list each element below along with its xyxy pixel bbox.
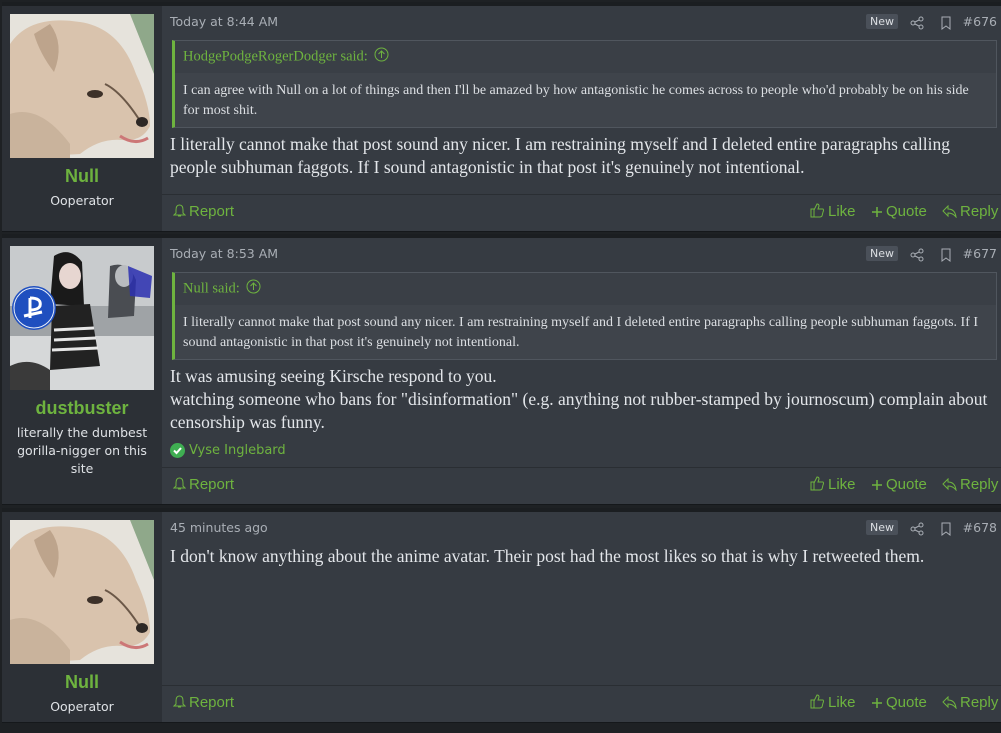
user-cell: dustbuster literally the dumbest gorilla…	[2, 238, 162, 504]
avatar[interactable]	[10, 14, 154, 158]
user-title: literally the dumbest gorilla-nigger on …	[16, 425, 148, 476]
username[interactable]: Null	[2, 166, 162, 187]
quote-author[interactable]: Null said:	[175, 273, 996, 305]
post-footer: Report Like Quote Reply	[162, 685, 1001, 722]
post-timestamp[interactable]: Today at 8:53 AM	[170, 246, 278, 261]
like-button[interactable]: Like	[810, 476, 856, 493]
post-body: It was amusing seeing Kirsche respond to…	[170, 365, 995, 434]
quote-button[interactable]: Quote	[871, 476, 927, 493]
report-label: Report	[189, 476, 235, 493]
thread: Null Ooperator Today at 8:44 AM New #676…	[0, 0, 1001, 733]
quote-button[interactable]: Quote	[871, 203, 927, 220]
quote-text: I can agree with Null on a lot of things…	[183, 83, 969, 118]
post-main: 45 minutes ago New #678 I don't know any…	[162, 512, 1001, 722]
arrow-up-icon[interactable]	[246, 279, 261, 299]
post-number[interactable]: #677	[963, 246, 997, 261]
avatar[interactable]	[10, 520, 154, 664]
new-badge: New	[866, 14, 898, 29]
reply-label: Reply	[960, 476, 999, 493]
like-label: Like	[828, 694, 856, 711]
like-check-icon	[170, 443, 185, 458]
reply-button[interactable]: Reply	[942, 203, 998, 220]
report-button[interactable]: Report	[172, 476, 235, 493]
post-timestamp[interactable]: 45 minutes ago	[170, 520, 268, 535]
quote-text: I literally cannot make that post sound …	[183, 315, 979, 350]
post-body: I literally cannot make that post sound …	[170, 133, 995, 179]
reply-button[interactable]: Reply	[942, 694, 998, 711]
quote-block: Null said: I literally cannot make that …	[172, 272, 997, 360]
post-footer: Report Like Quote Reply	[162, 467, 1001, 504]
body-paragraph: It was amusing seeing Kirsche respond to…	[170, 366, 497, 386]
quote-block: HodgePodgeRogerDodger said: I can agree …	[172, 40, 997, 128]
report-button[interactable]: Report	[172, 203, 235, 220]
quote-label: Quote	[886, 694, 927, 711]
bookmark-icon[interactable]	[939, 15, 953, 30]
body-paragraph: I don't know anything about the anime av…	[170, 546, 925, 566]
body-paragraph: watching someone who bans for "disinform…	[170, 389, 988, 432]
quote-label: Quote	[886, 203, 927, 220]
avatar[interactable]	[10, 246, 154, 390]
body-paragraph: I literally cannot make that post sound …	[170, 134, 950, 177]
share-icon[interactable]	[910, 521, 924, 536]
bookmark-icon[interactable]	[939, 521, 953, 536]
reply-label: Reply	[960, 203, 999, 220]
post-number[interactable]: #676	[963, 14, 997, 29]
quote-button[interactable]: Quote	[871, 694, 927, 711]
arrow-up-icon[interactable]	[374, 47, 389, 67]
reply-button[interactable]: Reply	[942, 476, 998, 493]
quote-author[interactable]: HodgePodgeRogerDodger said:	[175, 41, 996, 73]
username[interactable]: dustbuster	[2, 398, 162, 419]
like-button[interactable]: Like	[810, 203, 856, 220]
share-icon[interactable]	[910, 247, 924, 262]
report-button[interactable]: Report	[172, 694, 235, 711]
reaction-user[interactable]: Vyse Inglebard	[189, 443, 286, 458]
reply-label: Reply	[960, 694, 999, 711]
quote-author-label: Null said:	[183, 280, 240, 297]
like-label: Like	[828, 476, 856, 493]
post-timestamp[interactable]: Today at 8:44 AM	[170, 14, 278, 29]
like-label: Like	[828, 203, 856, 220]
report-label: Report	[189, 203, 235, 220]
post-main: Today at 8:44 AM New #676 HodgePodgeRoge…	[162, 6, 1001, 231]
user-cell: Null Ooperator	[2, 512, 162, 722]
post-main: Today at 8:53 AM New #677 Null said: I l…	[162, 238, 1001, 504]
user-title: Ooperator	[50, 699, 114, 714]
new-badge: New	[866, 520, 898, 535]
report-label: Report	[189, 694, 235, 711]
post: Null Ooperator 45 minutes ago New #678 I…	[2, 508, 1001, 722]
bookmark-icon[interactable]	[939, 247, 953, 262]
post-body: I don't know anything about the anime av…	[170, 545, 995, 568]
post: Null Ooperator Today at 8:44 AM New #676…	[2, 2, 1001, 231]
username[interactable]: Null	[2, 672, 162, 693]
post-number[interactable]: #678	[963, 520, 997, 535]
user-cell: Null Ooperator	[2, 6, 162, 231]
share-icon[interactable]	[910, 15, 924, 30]
user-title: Ooperator	[50, 193, 114, 208]
like-button[interactable]: Like	[810, 694, 856, 711]
quote-author-label: HodgePodgeRogerDodger said:	[183, 48, 368, 65]
quote-label: Quote	[886, 476, 927, 493]
reaction-bar[interactable]: Vyse Inglebard	[170, 443, 286, 458]
new-badge: New	[866, 246, 898, 261]
post-footer: Report Like Quote Reply	[162, 194, 1001, 231]
post: dustbuster literally the dumbest gorilla…	[2, 234, 1001, 504]
